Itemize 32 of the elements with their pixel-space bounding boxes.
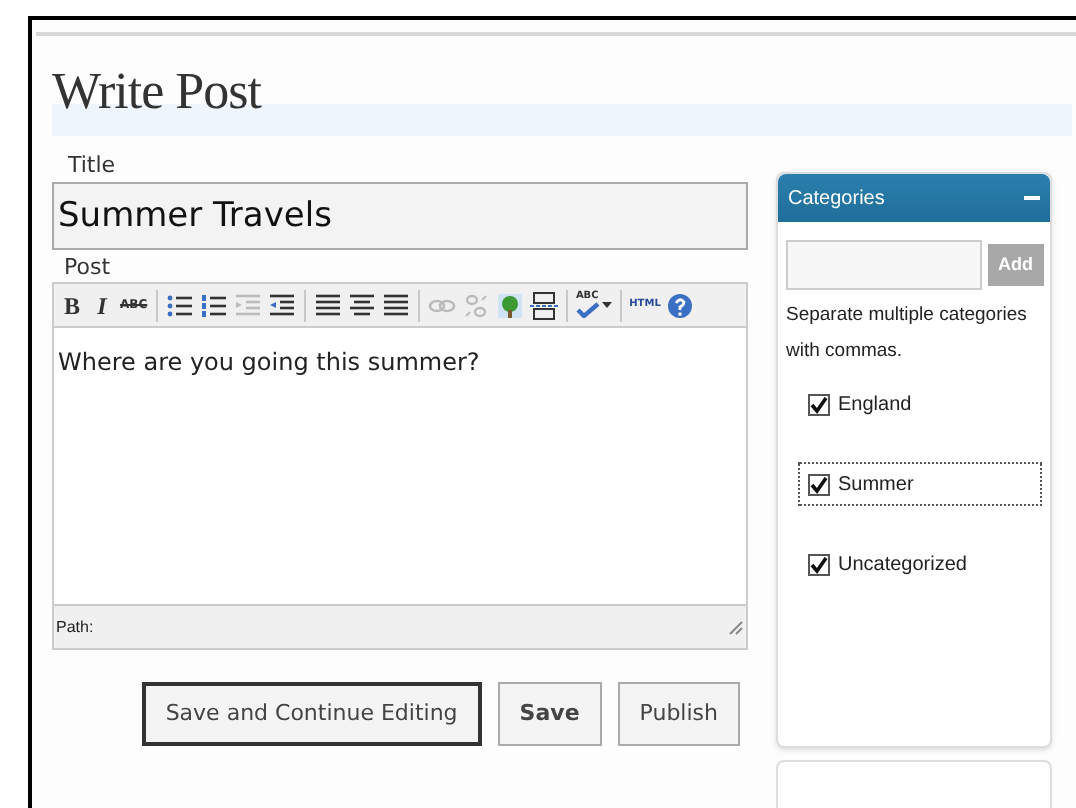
checkbox[interactable] bbox=[808, 393, 830, 415]
align-right-icon[interactable] bbox=[379, 289, 412, 321]
collapse-button[interactable] bbox=[1024, 190, 1040, 206]
title-field[interactable]: Summer Travels bbox=[52, 182, 748, 250]
italic-button[interactable]: I bbox=[88, 289, 116, 321]
post-content[interactable]: Where are you going this summer? bbox=[58, 348, 480, 376]
page-title: Write Post bbox=[52, 60, 261, 124]
category-input[interactable] bbox=[786, 240, 982, 290]
indent-icon[interactable] bbox=[265, 289, 298, 321]
category-item[interactable]: Summer bbox=[798, 462, 1042, 506]
checkbox[interactable] bbox=[808, 473, 830, 495]
save-button[interactable]: Save bbox=[497, 682, 602, 746]
align-left-icon[interactable] bbox=[311, 289, 344, 321]
page-break-icon[interactable] bbox=[527, 289, 560, 321]
title-label: Title bbox=[68, 152, 116, 180]
categories-title: Categories bbox=[788, 185, 885, 213]
publish-button[interactable]: Publish bbox=[617, 682, 740, 746]
category-item[interactable]: England bbox=[798, 382, 1042, 426]
post-label: Post bbox=[64, 254, 111, 282]
bold-button[interactable]: B bbox=[58, 289, 86, 321]
tree-picture-icon[interactable] bbox=[493, 289, 526, 321]
category-item[interactable]: Uncategorized bbox=[798, 542, 1042, 586]
checkmark-icon bbox=[575, 302, 600, 318]
checkbox[interactable] bbox=[808, 553, 830, 575]
resize-handle-icon[interactable] bbox=[728, 619, 744, 635]
category-hint: Separate multiple categories with commas. bbox=[786, 302, 1029, 366]
save-and-continue-button[interactable]: Save and Continue Editing bbox=[141, 682, 482, 746]
caret-icon[interactable] bbox=[601, 301, 612, 309]
path-label: Path: bbox=[56, 615, 94, 639]
align-center-icon[interactable] bbox=[345, 289, 378, 321]
help-icon[interactable] bbox=[664, 289, 697, 321]
numbered-list-icon[interactable] bbox=[197, 289, 230, 321]
